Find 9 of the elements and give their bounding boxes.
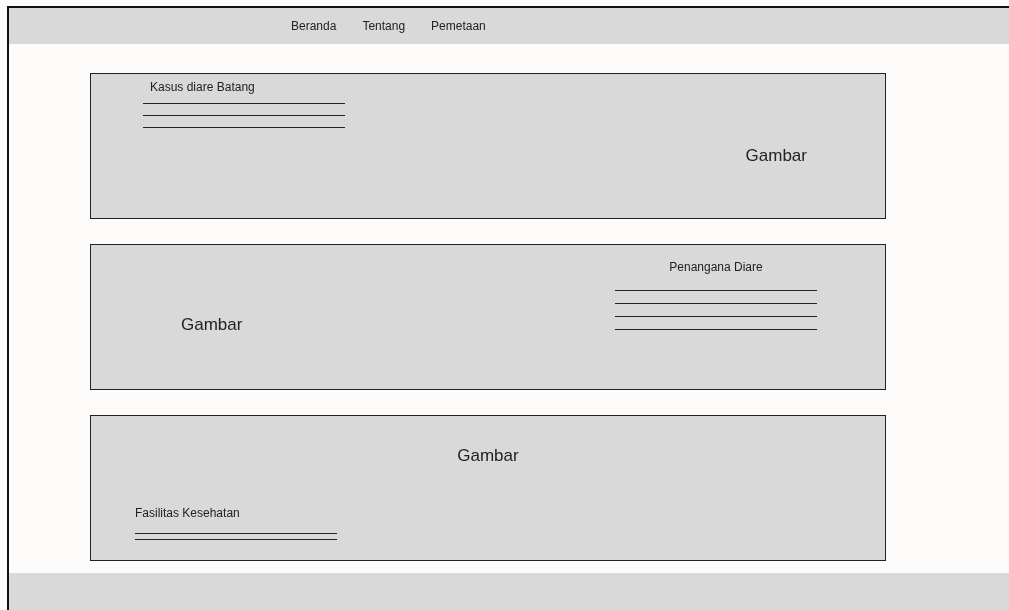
- image-label: Gambar: [745, 146, 807, 166]
- section-title: Kasus diare Batang: [149, 80, 256, 94]
- section-title: Fasilitas Kesehatan: [135, 506, 241, 520]
- section-title: Penangana Diare: [668, 260, 764, 274]
- nav-link[interactable]: Tentang: [362, 19, 406, 33]
- nav-link[interactable]: Pemetaan: [431, 19, 486, 33]
- image-label: Gambar: [181, 315, 243, 335]
- image-label: Gambar: [457, 446, 519, 466]
- nav-link[interactable]: Beranda: [291, 19, 337, 33]
